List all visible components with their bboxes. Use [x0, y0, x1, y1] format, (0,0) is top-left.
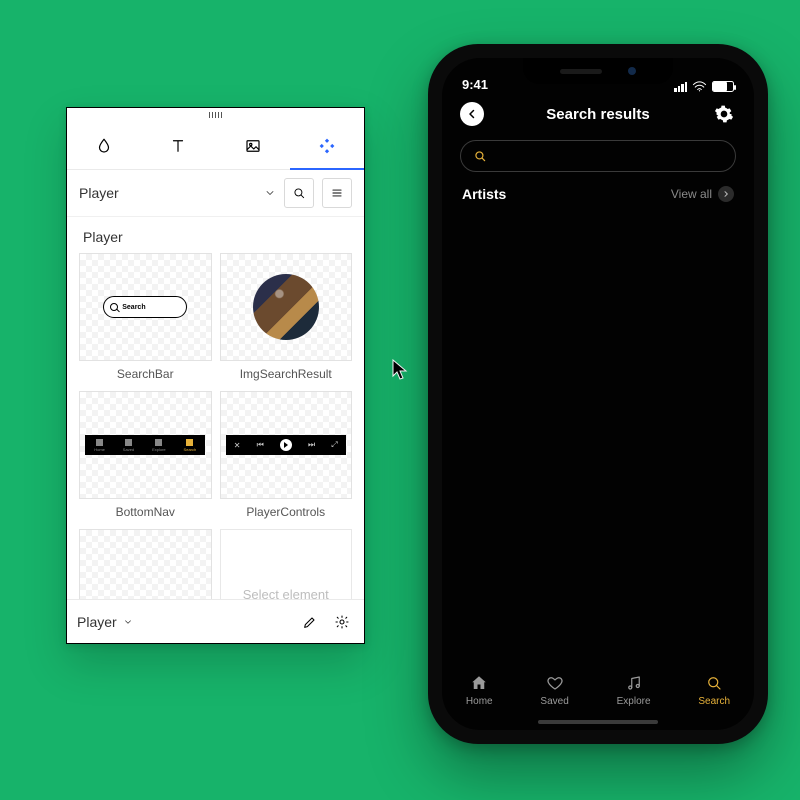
artists-section-header: Artists View all	[442, 186, 754, 202]
chevron-down-icon	[264, 187, 276, 199]
search-icon	[705, 674, 723, 692]
phone-frame: 9:41 Search results Artists View all	[428, 44, 768, 744]
component-caption: ImgSearchResult	[220, 361, 353, 383]
search-icon	[110, 303, 118, 311]
component-card-bottomnav[interactable]: Home Saved Explore Search BottomNav	[79, 391, 212, 521]
category-dropdown[interactable]: Player	[79, 178, 276, 208]
component-card-empty[interactable]	[79, 529, 212, 599]
droplet-icon	[95, 137, 113, 155]
panel-search-button[interactable]	[284, 178, 314, 208]
home-icon	[470, 674, 488, 692]
chevron-left-icon	[466, 108, 478, 120]
footer-dropdown[interactable]: Player	[77, 614, 290, 630]
settings-button[interactable]	[330, 610, 354, 634]
signal-icon	[674, 82, 687, 92]
chevron-right-icon	[718, 186, 734, 202]
status-time: 9:41	[462, 77, 488, 92]
nav-home[interactable]: Home	[466, 674, 493, 707]
section-label: Artists	[462, 186, 506, 202]
view-all-button[interactable]: View all	[671, 186, 734, 202]
results-area	[442, 202, 754, 666]
component-card-playercontrols[interactable]: ✕⏮⏭⤢ PlayerControls	[220, 391, 353, 521]
panel-footer: Player	[67, 599, 364, 643]
back-button[interactable]	[460, 102, 484, 126]
wifi-icon	[692, 81, 707, 92]
nav-search[interactable]: Search	[698, 674, 730, 707]
page-title: Search results	[546, 106, 649, 123]
tab-fill[interactable]	[67, 122, 141, 169]
chevron-down-icon	[123, 617, 133, 627]
section-heading: Player	[67, 217, 364, 253]
playercontrols-preview: ✕⏮⏭⤢	[226, 435, 346, 455]
component-caption: BottomNav	[79, 499, 212, 521]
panel-tab-strip	[67, 122, 364, 170]
text-icon	[169, 137, 187, 155]
bottomnav-preview: Home Saved Explore Search	[85, 435, 205, 455]
app-header: Search results	[442, 94, 754, 132]
nav-saved[interactable]: Saved	[540, 674, 568, 707]
component-grid: Search SearchBar ImgSearchResult Home Sa…	[67, 253, 364, 599]
component-card-imgsearchresult[interactable]: ImgSearchResult	[220, 253, 353, 383]
phone-notch	[523, 58, 673, 84]
panel-list-button[interactable]	[322, 178, 352, 208]
tab-image[interactable]	[216, 122, 290, 169]
category-row: Player	[67, 170, 364, 217]
settings-button[interactable]	[712, 102, 736, 126]
search-icon	[473, 149, 487, 163]
category-dropdown-label: Player	[79, 185, 119, 201]
list-icon	[330, 186, 344, 200]
placeholder-label: Select element	[243, 587, 329, 600]
search-field[interactable]	[460, 140, 736, 172]
home-indicator	[538, 720, 658, 724]
music-icon	[625, 674, 643, 692]
component-card-placeholder[interactable]: Select element	[220, 529, 353, 599]
component-panel: Player Player Search SearchBar ImgSearch…	[66, 107, 365, 644]
gear-icon	[334, 614, 350, 630]
edit-button[interactable]	[298, 610, 322, 634]
component-caption: SearchBar	[79, 361, 212, 383]
pencil-icon	[302, 614, 318, 630]
nav-explore[interactable]: Explore	[617, 674, 651, 707]
avatar-preview	[253, 274, 319, 340]
gear-icon	[714, 104, 734, 124]
phone-screen: 9:41 Search results Artists View all	[442, 58, 754, 730]
cursor-icon	[392, 359, 408, 381]
tab-component[interactable]	[290, 122, 364, 169]
searchbar-preview: Search	[103, 296, 187, 318]
battery-icon	[712, 81, 734, 92]
component-icon	[318, 137, 336, 155]
component-card-searchbar[interactable]: Search SearchBar	[79, 253, 212, 383]
heart-icon	[546, 674, 564, 692]
component-caption: PlayerControls	[220, 499, 353, 521]
search-icon	[292, 186, 306, 200]
panel-grip	[67, 108, 364, 122]
image-icon	[244, 137, 262, 155]
search-input[interactable]	[495, 149, 723, 164]
tab-text[interactable]	[141, 122, 215, 169]
